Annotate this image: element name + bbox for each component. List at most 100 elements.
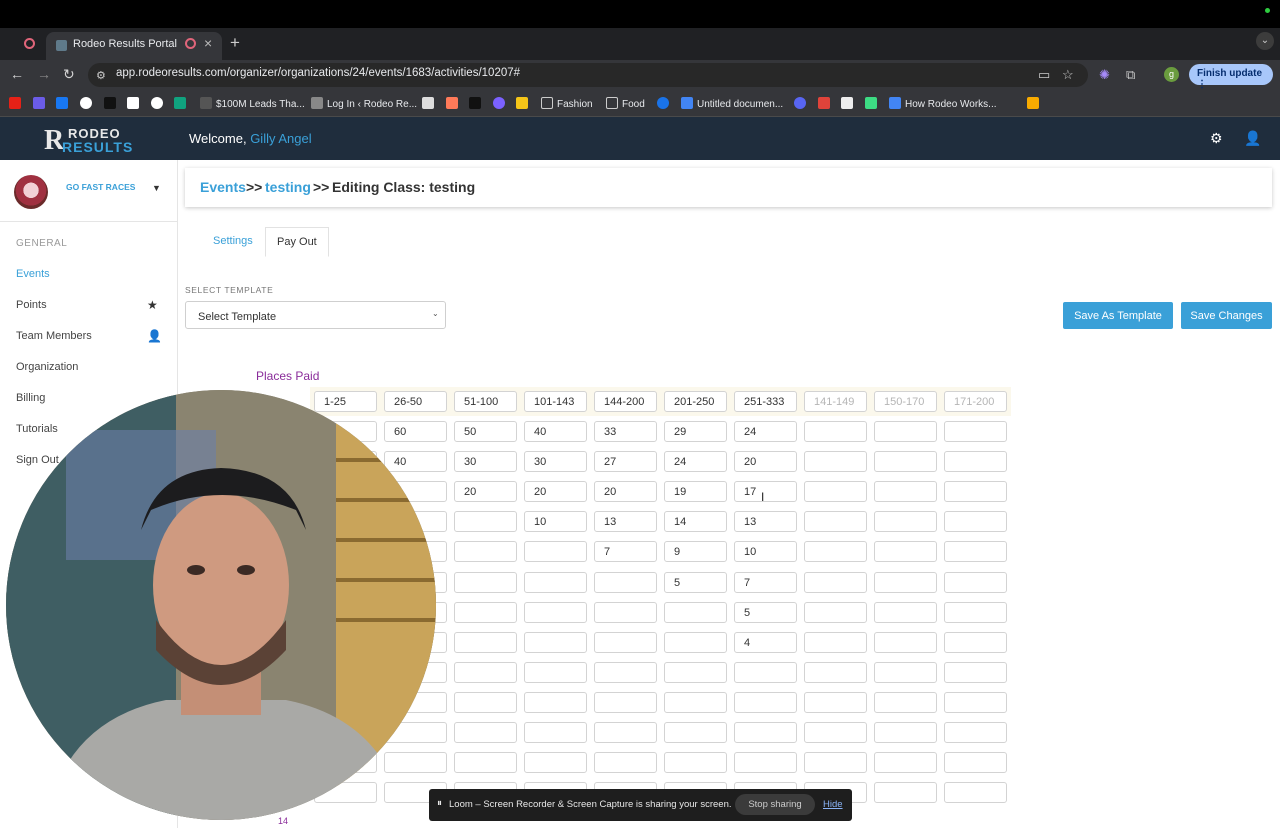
bracket-range-input[interactable]: 251-333 (734, 391, 797, 412)
webcam-bubble[interactable] (6, 390, 436, 820)
payout-percent-input[interactable] (594, 572, 657, 593)
user-name[interactable]: Gilly Angel (250, 131, 311, 146)
payout-percent-input[interactable] (594, 752, 657, 773)
notion-bookmark-icon[interactable] (422, 97, 434, 109)
payout-percent-input[interactable] (454, 632, 517, 653)
facebook-bookmark-icon[interactable] (56, 97, 68, 109)
tab-close-icon[interactable]: × (204, 35, 212, 51)
payout-percent-input[interactable] (594, 602, 657, 623)
sidebar-item-points[interactable]: Points (16, 299, 47, 311)
bookmark-s-icon[interactable] (33, 97, 45, 109)
payout-percent-input[interactable] (944, 782, 1007, 803)
payout-percent-input[interactable]: 30 (524, 451, 587, 472)
logo-letter[interactable]: R (44, 125, 64, 157)
payout-percent-input[interactable] (664, 752, 727, 773)
payout-percent-input[interactable] (734, 722, 797, 743)
payout-percent-input[interactable]: 24 (664, 451, 727, 472)
wordpress-bookmark-icon[interactable] (104, 97, 116, 109)
recording-tab-icon[interactable] (24, 38, 35, 49)
hide-button[interactable]: Hide (823, 799, 843, 810)
pause-icon[interactable]: ⏸ (437, 798, 442, 809)
url-text[interactable]: app.rodeoresults.com/organizer/organizat… (116, 67, 520, 79)
payout-percent-input[interactable]: 4 (734, 632, 797, 653)
payout-percent-input[interactable] (804, 451, 867, 472)
payout-percent-input[interactable]: 10 (524, 511, 587, 532)
payout-percent-input[interactable] (804, 541, 867, 562)
payout-percent-input[interactable] (454, 572, 517, 593)
bookmark-untitled-doc[interactable]: Untitled documen... (681, 97, 783, 110)
bracket-range-input[interactable]: 144-200 (594, 391, 657, 412)
sidebar-item-team-members[interactable]: Team Members (16, 330, 92, 342)
payout-percent-input[interactable] (944, 662, 1007, 683)
payout-percent-input[interactable]: 40 (384, 451, 447, 472)
browser-tab[interactable]: Rodeo Results Portal × (46, 32, 222, 60)
payout-percent-input[interactable] (944, 481, 1007, 502)
payout-percent-input[interactable]: 10 (734, 541, 797, 562)
chevron-down-icon[interactable]: ⌄ (432, 309, 439, 318)
payout-percent-input[interactable]: 20 (594, 481, 657, 502)
payout-percent-input[interactable] (804, 572, 867, 593)
payout-percent-input[interactable] (524, 632, 587, 653)
payout-percent-input[interactable] (454, 752, 517, 773)
bookmark-leads[interactable]: $100M Leads Tha... (200, 97, 305, 110)
payout-percent-input[interactable]: 24 (734, 421, 797, 442)
payout-percent-input[interactable]: 17 (734, 481, 797, 502)
payout-percent-input[interactable]: 30 (454, 451, 517, 472)
settings-gear-icon[interactable]: ⚙ (1210, 130, 1223, 147)
payout-percent-input[interactable]: 5 (664, 572, 727, 593)
payout-percent-input[interactable] (804, 662, 867, 683)
payout-percent-input[interactable] (524, 752, 587, 773)
payout-percent-input[interactable]: 29 (664, 421, 727, 442)
payout-percent-input[interactable] (874, 421, 937, 442)
hubspot-bookmark-icon[interactable] (446, 97, 458, 109)
payout-percent-input[interactable] (874, 692, 937, 713)
org-name[interactable]: GO FAST RACES (66, 182, 135, 192)
google-bookmark-icon[interactable] (151, 97, 163, 109)
save-as-template-button[interactable]: Save As Template (1063, 302, 1173, 329)
sidebar-item-sign-out[interactable]: Sign Out (16, 454, 59, 466)
payout-percent-input[interactable] (874, 602, 937, 623)
payout-percent-input[interactable] (874, 572, 937, 593)
payout-percent-input[interactable] (874, 782, 937, 803)
bookmark-how-rodeo-works[interactable]: How Rodeo Works... (889, 97, 997, 110)
payout-percent-input[interactable]: 20 (454, 481, 517, 502)
payout-percent-input[interactable]: 7 (734, 572, 797, 593)
payout-percent-input[interactable] (944, 722, 1007, 743)
payout-percent-input[interactable] (804, 511, 867, 532)
sidebar-item-organization[interactable]: Organization (16, 361, 78, 373)
bookmark-v-icon[interactable] (865, 97, 877, 109)
payout-percent-input[interactable]: 50 (454, 421, 517, 442)
payout-percent-input[interactable] (944, 541, 1007, 562)
payout-percent-input[interactable] (454, 722, 517, 743)
payout-percent-input[interactable] (804, 602, 867, 623)
payout-percent-input[interactable] (874, 451, 937, 472)
payout-percent-input[interactable] (454, 662, 517, 683)
payout-percent-input[interactable] (524, 602, 587, 623)
google-bookmark-icon[interactable] (80, 97, 92, 109)
payout-percent-input[interactable] (874, 541, 937, 562)
bracket-range-input[interactable]: 150-170 (874, 391, 937, 412)
save-changes-button[interactable]: Save Changes (1181, 302, 1272, 329)
payout-percent-input[interactable] (944, 451, 1007, 472)
bookmark-a-icon[interactable] (493, 97, 505, 109)
payout-percent-input[interactable]: 40 (524, 421, 587, 442)
extensions-icon[interactable]: ⧉ (1126, 67, 1135, 83)
discord-bookmark-icon[interactable] (794, 97, 806, 109)
bracket-range-input[interactable]: 51-100 (454, 391, 517, 412)
bracket-range-input[interactable]: 101-143 (524, 391, 587, 412)
payout-percent-input[interactable] (804, 421, 867, 442)
payout-percent-input[interactable] (874, 511, 937, 532)
site-info-icon[interactable]: ⚙ (96, 69, 106, 82)
payout-percent-input[interactable] (524, 541, 587, 562)
payout-percent-input[interactable] (524, 692, 587, 713)
payout-percent-input[interactable] (664, 722, 727, 743)
reload-icon[interactable]: ↻ (63, 66, 75, 83)
tab-search-button[interactable]: ⌄ (1256, 32, 1274, 50)
bookmark-yellow-icon[interactable] (516, 97, 528, 109)
payout-percent-input[interactable] (944, 692, 1007, 713)
payout-percent-input[interactable] (594, 722, 657, 743)
bracket-range-input[interactable]: 141-149 (804, 391, 867, 412)
payout-percent-input[interactable]: 7 (594, 541, 657, 562)
payout-percent-input[interactable] (944, 511, 1007, 532)
camera-icon[interactable]: ▭ (1038, 67, 1050, 83)
